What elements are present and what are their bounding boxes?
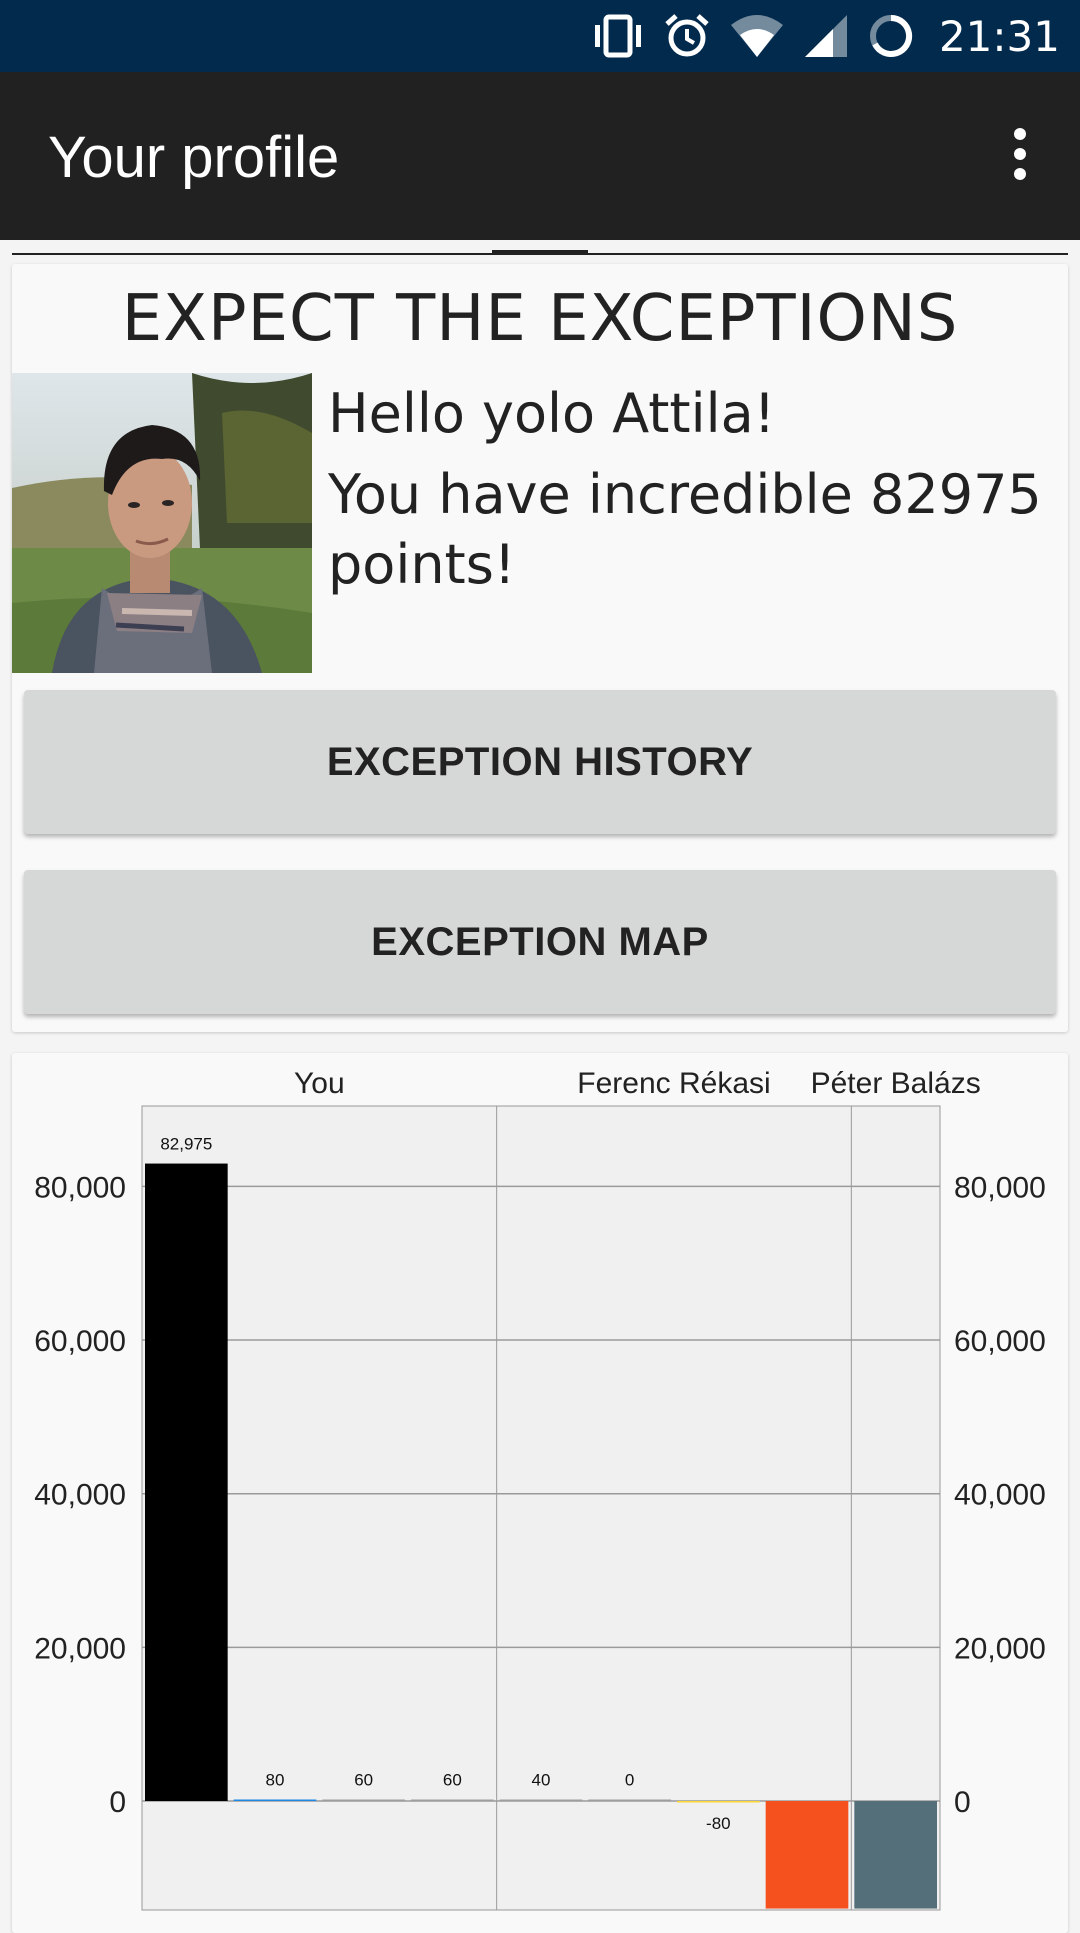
headline: EXPECT THE EXCEPTIONS <box>121 282 959 356</box>
exception-map-button[interactable]: EXCEPTION MAP <box>24 870 1056 1014</box>
overflow-menu-icon <box>1014 128 1026 180</box>
data-label: 60 <box>354 1771 373 1790</box>
page-title: Your profile <box>48 125 340 190</box>
y-tick-label-left: 40,000 <box>34 1479 126 1512</box>
y-tick-label-right: 80,000 <box>954 1171 1046 1204</box>
status-icons: 21:31 <box>591 0 1060 72</box>
status-time: 21:31 <box>938 11 1060 61</box>
vibrate-icon <box>591 14 645 58</box>
cell-signal-icon <box>803 13 849 59</box>
data-label: -80 <box>706 1814 731 1833</box>
chart-bar <box>677 1801 760 1803</box>
chart-bar <box>233 1799 317 1801</box>
chart-bar <box>322 1799 405 1801</box>
chart-bar <box>588 1799 671 1801</box>
exception-history-button[interactable]: EXCEPTION HISTORY <box>24 690 1056 834</box>
chart-bar <box>765 1801 849 1909</box>
greeting-text: Hello yolo Attila! <box>328 382 776 445</box>
data-label: 40 <box>532 1771 551 1790</box>
y-tick-label-left: 20,000 <box>34 1632 126 1665</box>
battery-icon <box>867 12 915 60</box>
data-label: 82,975 <box>160 1135 212 1154</box>
group-label: You <box>294 1067 345 1100</box>
y-tick-label-right: 20,000 <box>954 1632 1046 1665</box>
profile-photo <box>12 373 312 673</box>
y-tick-label-left: 0 <box>109 1786 126 1819</box>
chart-bar <box>854 1801 937 1909</box>
group-label: Ferenc Rékasi <box>577 1067 770 1100</box>
y-tick-label-right: 0 <box>954 1786 971 1819</box>
chart-bar <box>411 1799 494 1801</box>
avatar <box>12 373 312 673</box>
chart-bar <box>499 1799 583 1801</box>
chart-bar <box>145 1163 228 1801</box>
y-tick-label-right: 60,000 <box>954 1325 1046 1358</box>
data-label: 0 <box>625 1771 634 1790</box>
wifi-icon <box>729 13 785 59</box>
overflow-menu-button[interactable] <box>990 124 1050 184</box>
data-label: 80 <box>266 1771 285 1790</box>
y-tick-label-left: 80,000 <box>34 1171 126 1204</box>
alarm-icon <box>663 12 711 60</box>
status-bar: 21:31 <box>0 0 1080 72</box>
y-tick-label-left: 60,000 <box>34 1325 126 1358</box>
app-bar: Your profile <box>0 72 1080 240</box>
points-bar-chart: 0 0 20,000 20,000 40,000 40,000 60,000 60,000 80… <box>34 1067 1046 1911</box>
profile-card: EXPECT THE EXCEPTIONS Hello yolo Attila!… <box>12 264 1068 1032</box>
y-tick-label-right: 40,000 <box>954 1479 1046 1512</box>
tab-indicator <box>492 250 588 255</box>
points-text: You have incredible 82975 points! <box>328 463 1042 596</box>
data-label: 60 <box>443 1771 462 1790</box>
group-label: Péter Balázs <box>811 1067 981 1100</box>
